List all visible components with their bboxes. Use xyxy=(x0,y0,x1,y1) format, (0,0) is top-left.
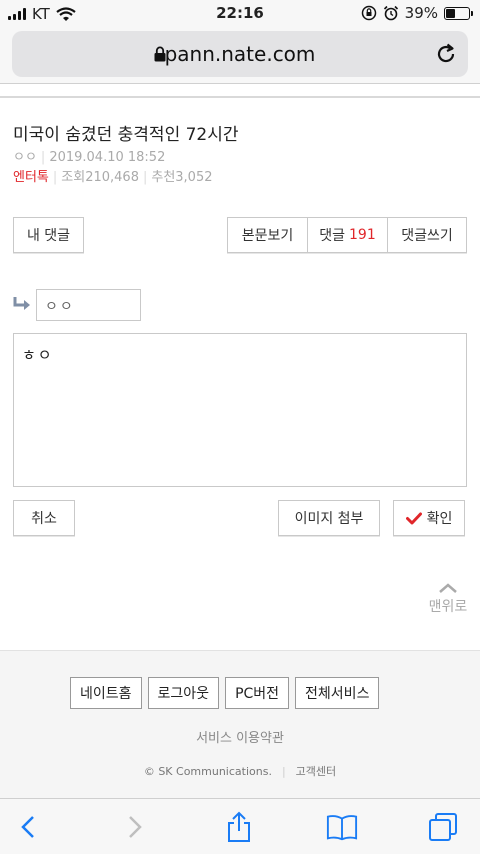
divider xyxy=(0,96,480,98)
comments-button[interactable]: 댓글 191 xyxy=(308,218,388,252)
post-date: 2019.04.10 18:52 xyxy=(49,150,166,165)
url-text: pann.nate.com xyxy=(164,42,316,66)
comments-label: 댓글 xyxy=(319,228,346,244)
back-icon xyxy=(21,816,34,838)
footer-link-logout[interactable]: 로그아웃 xyxy=(147,677,220,709)
forward-icon xyxy=(129,816,142,838)
battery-percent: 39% xyxy=(404,4,438,22)
copyright-row: © SK Communications. | 고객센터 xyxy=(143,765,337,778)
post-meta-stats: 엔터톡 | 조회210,468 | 추천3,052 xyxy=(13,170,213,185)
footer-link-pc-version[interactable]: PC버전 xyxy=(225,677,290,709)
back-to-top-label: 맨위로 xyxy=(428,599,468,615)
bookmarks-button[interactable] xyxy=(326,811,358,843)
check-icon xyxy=(405,512,422,524)
reload-icon[interactable] xyxy=(434,42,458,66)
cancel-button[interactable]: 취소 xyxy=(13,500,75,536)
write-comment-button[interactable]: 댓글쓰기 xyxy=(388,218,466,252)
recommend-label: 추천 xyxy=(151,170,176,185)
share-button[interactable] xyxy=(223,811,255,843)
forward-button[interactable] xyxy=(119,811,151,843)
nickname-input[interactable]: ㅇㅇ xyxy=(36,289,141,321)
recommend-count: 3,052 xyxy=(175,170,213,185)
status-right: 39% xyxy=(361,4,473,22)
comments-count: 191 xyxy=(349,227,376,243)
attach-image-button[interactable]: 이미지 첨부 xyxy=(278,500,380,536)
share-icon xyxy=(228,811,250,842)
post-author: ㅇㅇ xyxy=(13,150,37,165)
footer-link-all-services[interactable]: 전체서비스 xyxy=(295,677,380,709)
chevron-up-icon xyxy=(439,583,457,593)
address-bar[interactable]: pann.nate.com xyxy=(12,31,468,77)
tabs-button[interactable] xyxy=(427,811,459,843)
views-label: 조회 xyxy=(61,170,86,185)
footer-links: 네이트홈 로그아웃 PC버전 전체서비스 xyxy=(70,677,380,709)
battery-icon xyxy=(444,6,473,20)
views-count: 210,468 xyxy=(85,170,139,185)
status-bar: KT 22:16 39% xyxy=(0,0,480,28)
browser-toolbar xyxy=(0,798,480,854)
bookmarks-icon xyxy=(326,815,358,841)
alarm-icon xyxy=(383,5,398,21)
footer-link-nate-home[interactable]: 네이트홈 xyxy=(70,677,142,709)
rotation-lock-icon xyxy=(361,5,376,21)
reply-arrow-icon xyxy=(13,297,30,310)
post-category[interactable]: 엔터톡 xyxy=(13,170,49,185)
back-button[interactable] xyxy=(12,811,44,843)
tabs-icon xyxy=(429,813,457,841)
confirm-button[interactable]: 확인 xyxy=(393,500,465,536)
post-nav-tabs: 본문보기 댓글 191 댓글쓰기 xyxy=(227,217,467,253)
post-meta-author-date: ㅇㅇ | 2019.04.10 18:52 xyxy=(13,150,166,165)
view-post-button[interactable]: 본문보기 xyxy=(228,218,308,252)
copyright: © SK Communications. xyxy=(143,765,272,778)
footer: 네이트홈 로그아웃 PC버전 전체서비스 서비스 이용약관 © SK Commu… xyxy=(0,650,480,798)
terms-link[interactable]: 서비스 이용약관 xyxy=(0,727,480,746)
comment-textarea[interactable]: ㅎㅇ xyxy=(13,333,467,487)
confirm-label: 확인 xyxy=(426,511,453,527)
my-comments-button[interactable]: 내 댓글 xyxy=(13,217,84,253)
browser-address-area: pann.nate.com xyxy=(0,28,480,84)
back-to-top-button[interactable]: 맨위로 xyxy=(420,582,476,616)
support-link[interactable]: 고객센터 xyxy=(296,765,336,778)
post-title[interactable]: 미국이 숨겼던 충격적인 72시간 xyxy=(13,120,239,145)
